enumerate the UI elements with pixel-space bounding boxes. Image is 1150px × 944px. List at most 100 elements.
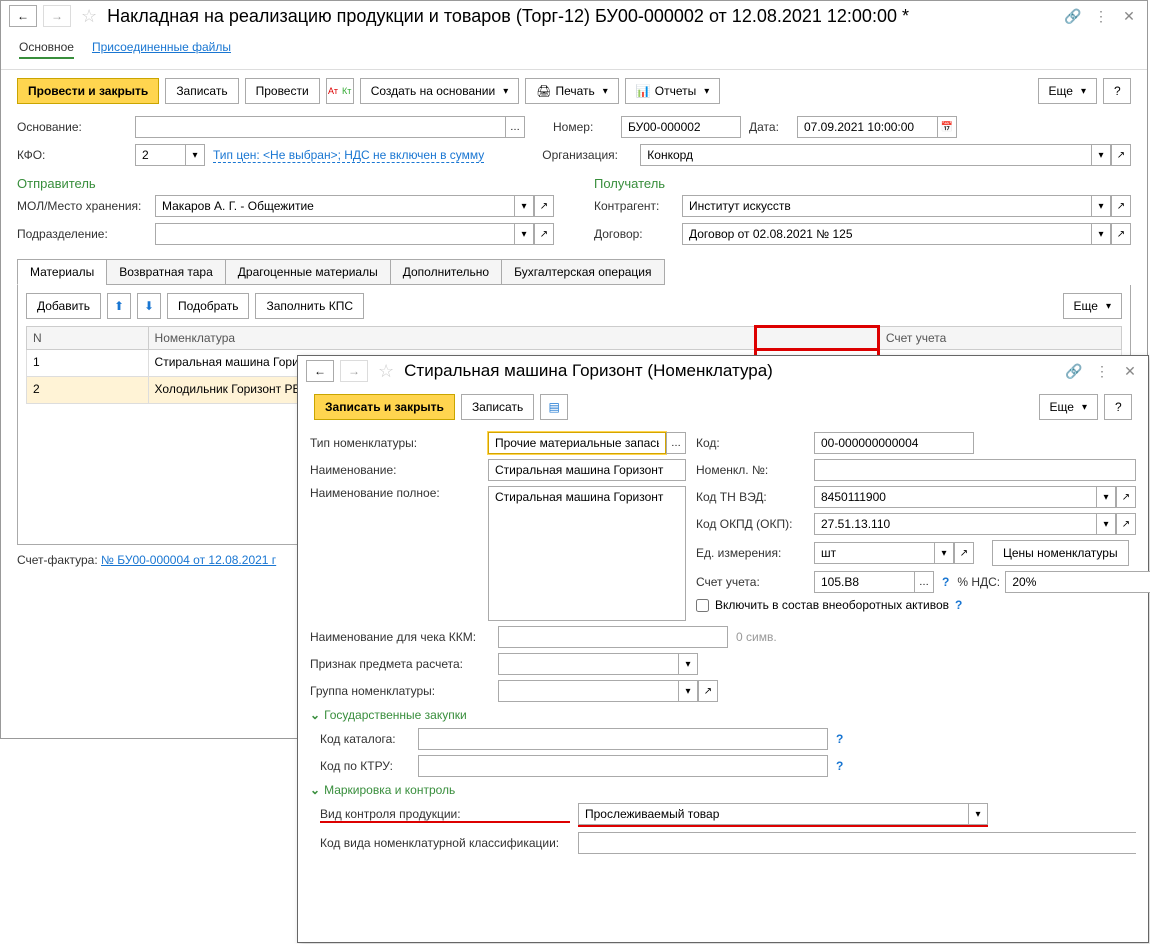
col-account[interactable]: Счет учета: [878, 327, 1121, 350]
org-open[interactable]: ↗: [1111, 144, 1131, 166]
nav-tab-main[interactable]: Основное: [19, 37, 74, 59]
col-n[interactable]: N: [27, 327, 149, 350]
account-help-icon[interactable]: ?: [942, 575, 949, 589]
add-row-button[interactable]: Добавить: [26, 293, 101, 319]
link-icon[interactable]: 🔗: [1064, 361, 1084, 381]
create-from-button[interactable]: Создать на основании: [360, 78, 520, 104]
tnved-open[interactable]: ↗: [1116, 486, 1136, 508]
mol-open[interactable]: ↗: [534, 195, 554, 217]
move-up-button[interactable]: ⬆: [107, 293, 131, 319]
tab-additional[interactable]: Дополнительно: [390, 259, 502, 285]
sub-help-button[interactable]: ?: [1104, 394, 1132, 420]
col-nomen[interactable]: Номенклатура: [148, 327, 756, 350]
org-dropdown[interactable]: ▾: [1091, 144, 1111, 166]
okpd-dropdown[interactable]: ▾: [1096, 513, 1116, 535]
more-icon[interactable]: ⋮: [1091, 6, 1111, 26]
link-icon[interactable]: 🔗: [1063, 6, 1083, 26]
nav-back-button[interactable]: ←: [9, 5, 37, 27]
list-button[interactable]: ▤: [540, 394, 568, 420]
counterparty-input[interactable]: [682, 195, 1091, 217]
subdiv-input[interactable]: [155, 223, 514, 245]
marking-toggle[interactable]: Маркировка и контроль: [310, 783, 1136, 797]
sub-nav-forward[interactable]: →: [340, 360, 368, 382]
fill-kps-button[interactable]: Заполнить КПС: [255, 293, 364, 319]
contract-open[interactable]: ↗: [1111, 223, 1131, 245]
invoice-link[interactable]: № БУ00-000004 от 12.08.2021 г: [101, 553, 276, 567]
group-input[interactable]: [498, 680, 678, 702]
post-button[interactable]: Провести: [245, 78, 320, 104]
move-down-button[interactable]: ⬇: [137, 293, 161, 319]
tnved-dropdown[interactable]: ▾: [1096, 486, 1116, 508]
basis-input[interactable]: [135, 116, 505, 138]
nav-tab-attachments[interactable]: Присоединенные файлы: [92, 37, 231, 59]
mol-dropdown[interactable]: ▾: [514, 195, 534, 217]
price-type-link[interactable]: Тип цен: <Не выбран>; НДС не включен в с…: [213, 148, 484, 163]
nomen-no-input[interactable]: [814, 459, 1136, 481]
unit-open[interactable]: ↗: [954, 542, 974, 564]
okpd-open[interactable]: ↗: [1116, 513, 1136, 535]
control-dropdown[interactable]: ▾: [968, 803, 988, 825]
star-icon[interactable]: ☆: [378, 361, 394, 382]
col-eye[interactable]: [756, 327, 879, 350]
counterparty-open[interactable]: ↗: [1111, 195, 1131, 217]
include-nonc-checkbox[interactable]: [696, 599, 709, 612]
reports-button[interactable]: 📊 Отчеты: [625, 78, 720, 104]
close-icon[interactable]: ✕: [1120, 361, 1140, 381]
nav-forward-button[interactable]: →: [43, 5, 71, 27]
tab-return-tare[interactable]: Возвратная тара: [106, 259, 226, 285]
name-input[interactable]: [488, 459, 686, 481]
class-input[interactable]: [578, 832, 1136, 854]
kkm-input[interactable]: [498, 626, 728, 648]
subject-dropdown[interactable]: ▾: [678, 653, 698, 675]
catalog-help-icon[interactable]: ?: [836, 732, 843, 746]
tnved-input[interactable]: [814, 486, 1096, 508]
counterparty-dropdown[interactable]: ▾: [1091, 195, 1111, 217]
save-button[interactable]: Записать: [165, 78, 238, 104]
group-open[interactable]: ↗: [698, 680, 718, 702]
full-name-input[interactable]: [488, 486, 686, 621]
okpd-input[interactable]: [814, 513, 1096, 535]
more-icon[interactable]: ⋮: [1092, 361, 1112, 381]
mol-input[interactable]: [155, 195, 514, 217]
subject-input[interactable]: [498, 653, 678, 675]
control-input[interactable]: [578, 803, 968, 825]
basis-ellipsis[interactable]: …: [505, 116, 525, 138]
star-icon[interactable]: ☆: [81, 6, 97, 27]
unit-dropdown[interactable]: ▾: [934, 542, 954, 564]
tab-precious[interactable]: Драгоценные материалы: [225, 259, 391, 285]
post-close-button[interactable]: Провести и закрыть: [17, 78, 159, 104]
sub-save-button[interactable]: Записать: [461, 394, 534, 420]
contract-input[interactable]: [682, 223, 1091, 245]
tab-more-button[interactable]: Еще: [1063, 293, 1122, 319]
pick-button[interactable]: Подобрать: [167, 293, 249, 319]
close-icon[interactable]: ✕: [1119, 6, 1139, 26]
contract-dropdown[interactable]: ▾: [1091, 223, 1111, 245]
kfo-dropdown[interactable]: ▾: [185, 144, 205, 166]
account-input[interactable]: [814, 571, 914, 593]
sub-nav-back[interactable]: ←: [306, 360, 334, 382]
tab-accounting[interactable]: Бухгалтерская операция: [501, 259, 664, 285]
more-button[interactable]: Еще: [1038, 78, 1097, 104]
org-input[interactable]: [640, 144, 1091, 166]
type-ellipsis[interactable]: …: [666, 432, 686, 454]
date-input[interactable]: [797, 116, 937, 138]
prices-button[interactable]: Цены номенклатуры: [992, 540, 1129, 566]
group-dropdown[interactable]: ▾: [678, 680, 698, 702]
gov-purchases-toggle[interactable]: Государственные закупки: [310, 708, 1136, 722]
account-ellipsis[interactable]: …: [914, 571, 934, 593]
type-input[interactable]: [488, 432, 666, 454]
date-picker-button[interactable]: 📅: [937, 116, 957, 138]
help-button[interactable]: ?: [1103, 78, 1131, 104]
vat-input[interactable]: [1005, 571, 1150, 593]
sub-save-close-button[interactable]: Записать и закрыть: [314, 394, 455, 420]
subdiv-dropdown[interactable]: ▾: [514, 223, 534, 245]
tab-materials[interactable]: Материалы: [17, 259, 107, 285]
subdiv-open[interactable]: ↗: [534, 223, 554, 245]
ktru-input[interactable]: [418, 755, 828, 777]
ktru-help-icon[interactable]: ?: [836, 759, 843, 773]
print-button[interactable]: 🖨 Печать: [525, 78, 619, 104]
dt-kt-button[interactable]: АтКт: [326, 78, 354, 104]
number-input[interactable]: [621, 116, 741, 138]
nonc-help-icon[interactable]: ?: [955, 598, 962, 612]
kfo-input[interactable]: [135, 144, 185, 166]
